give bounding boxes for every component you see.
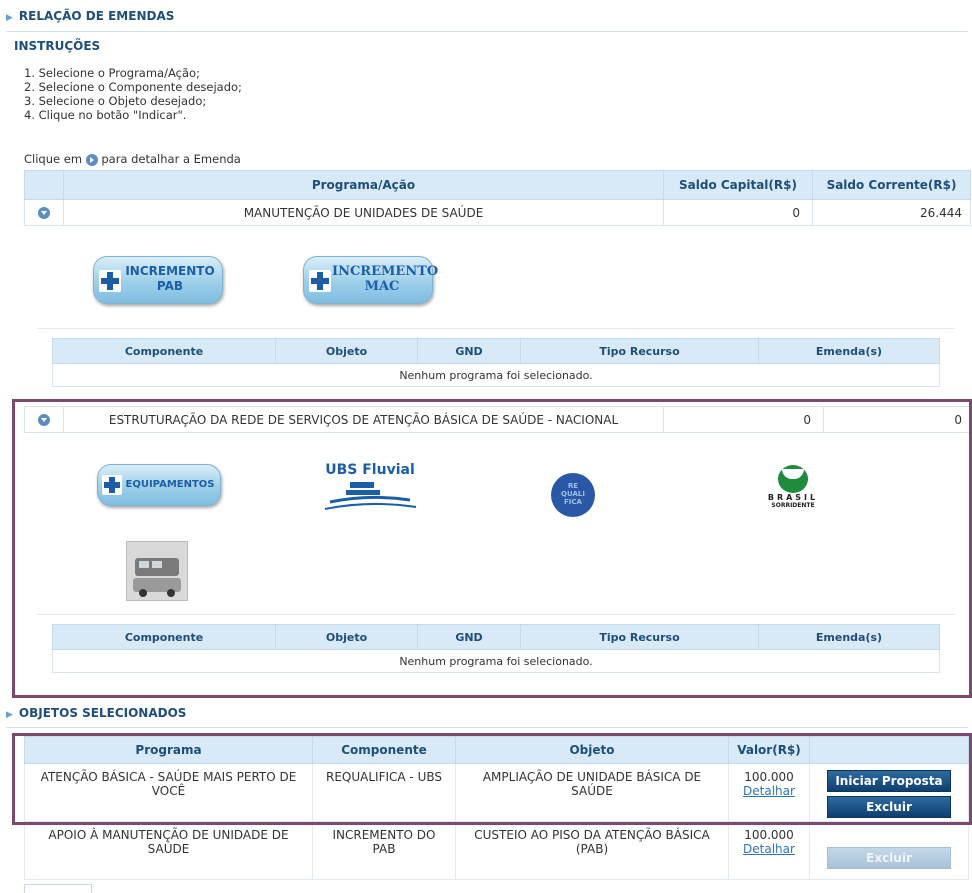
instructions-title: INSTRUÇÕES	[14, 39, 101, 53]
instruction-step: 1. Selecione o Programa/Ação;	[24, 66, 200, 80]
table-row: APOIO À MANUTENÇÃO DE UNIDADE DE SAÚDE I…	[24, 821, 969, 880]
col-saldo-corrente: Saldo Corrente(R$)	[812, 170, 971, 200]
col-programa-acao: Programa/Ação	[63, 170, 664, 200]
highlight-frame	[12, 733, 972, 825]
instruction-step: 4. Clique no botão "Indicar".	[24, 108, 187, 122]
highlight-frame	[12, 399, 972, 698]
instruction-step: 2. Selecione o Componente desejado;	[24, 80, 242, 94]
collapse-icon[interactable]	[38, 207, 50, 219]
instructions-list: 1. Selecione o Programa/Ação; 2. Selecio…	[24, 66, 242, 122]
triangle-icon: ▶	[6, 13, 13, 23]
detail-hint: Clique em para detalhar a Emenda	[24, 152, 241, 166]
expand-icon	[85, 153, 98, 166]
programa-cell: MANUTENÇÃO DE UNIDADES DE SAÚDE	[63, 199, 664, 226]
plus-icon	[99, 270, 121, 292]
col-saldo-capital: Saldo Capital(R$)	[663, 170, 813, 200]
saldo-corrente-cell: 26.444	[812, 199, 971, 226]
detalhar-link[interactable]: Detalhar	[730, 842, 808, 856]
triangle-icon: ▶	[6, 710, 13, 720]
excluir-button[interactable]: Excluir	[827, 847, 951, 869]
incremento-mac-button[interactable]: INCREMENTO MAC	[303, 256, 438, 304]
instruction-step: 3. Selecione o Objeto desejado;	[24, 94, 207, 108]
section-title-text: RELAÇÃO DE EMENDAS	[18, 9, 175, 23]
emendas-table: Programa/Ação Saldo Capital(R$) Saldo Co…	[24, 170, 971, 226]
saldo-capital-cell: 0	[663, 199, 813, 226]
plus-icon	[309, 270, 331, 292]
section-title-objetos: ▶ OBJETOS SELECIONADOS	[6, 706, 187, 720]
section-title-relacao: ▶ RELAÇÃO DE EMENDAS	[6, 9, 174, 23]
table-row[interactable]: MANUTENÇÃO DE UNIDADES DE SAÚDE 0 26.444	[24, 199, 971, 226]
incremento-pab-button[interactable]: INCREMENTO PAB	[93, 256, 223, 304]
componentes-table: Componente Objeto GND Tipo Recurso Emend…	[52, 338, 940, 387]
empty-message: Nenhum programa foi selecionado.	[52, 363, 940, 387]
